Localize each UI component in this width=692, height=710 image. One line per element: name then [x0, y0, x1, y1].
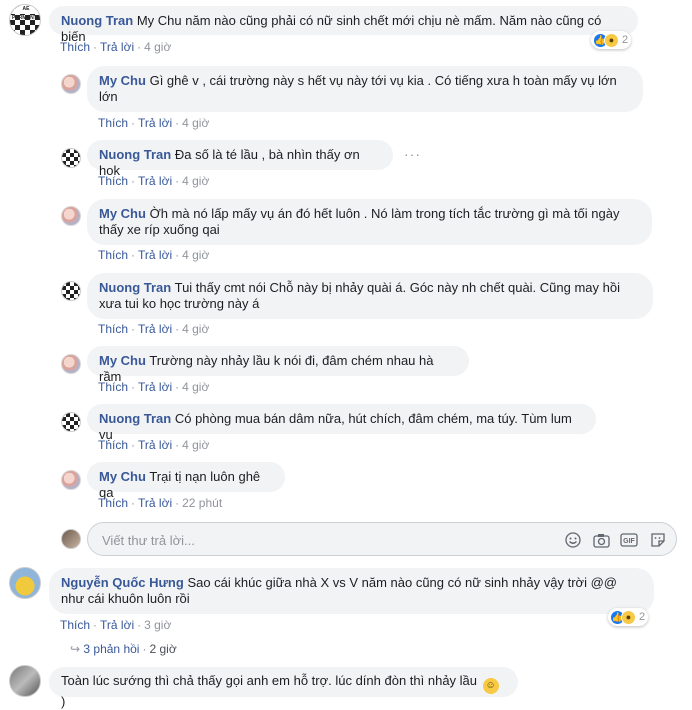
comment-author[interactable]: Nuong Tran — [99, 411, 171, 426]
comment-text: Ờh mà nó lấp mấy vụ án đó hết luôn . Nó … — [99, 206, 620, 237]
comment-actions: Thích · Trả lời · 4 giờ — [98, 116, 210, 130]
avatar[interactable] — [9, 567, 41, 599]
comment-actions: Thích · Trả lời · 4 giờ — [98, 248, 210, 262]
avatar[interactable] — [61, 412, 81, 432]
avatar[interactable] — [61, 74, 81, 94]
avatar[interactable]: AE PERMANTA — [9, 4, 41, 36]
reply-input[interactable] — [100, 529, 544, 551]
like-link[interactable]: Thích — [98, 174, 128, 188]
reply-link[interactable]: Trả lời — [138, 248, 172, 262]
reaction-count: 2 — [639, 611, 646, 623]
reply-link[interactable]: Trả lời — [138, 322, 172, 336]
comment-time[interactable]: 4 giờ — [182, 322, 209, 336]
replies-time: 2 giờ — [149, 642, 177, 656]
reply-link[interactable]: Trả lời — [138, 496, 172, 510]
smile-emoji-icon: ☺ — [482, 678, 499, 694]
comment-bubble: My Chu Gì ghê v , cái trường này s hết v… — [87, 66, 643, 112]
haha-icon: ● — [621, 609, 636, 625]
comment-time[interactable]: 4 giờ — [182, 380, 209, 394]
comment-author[interactable]: My Chu — [99, 469, 146, 484]
camera-icon[interactable] — [592, 531, 610, 549]
avatar[interactable] — [61, 206, 81, 226]
comment-actions: Thích · Trả lời · 4 giờ — [98, 174, 210, 188]
avatar[interactable] — [9, 665, 41, 697]
comment-actions: Thích · Trả lời · 3 giờ — [60, 618, 172, 632]
current-user-avatar — [61, 529, 81, 549]
comment-bubble: Toàn lúc sướng thì chả thấy gọi anh em h… — [49, 667, 518, 709]
replies-count[interactable]: 3 phản hồi — [83, 642, 139, 656]
comment-bubble: Nuong Tran Đa số là té lầu , bà nhìn thấ… — [87, 140, 393, 178]
comment-author[interactable]: My Chu — [99, 353, 146, 368]
reply-link[interactable]: Trả lời — [138, 380, 172, 394]
wow-icon: ● — [604, 32, 619, 48]
comment-actions: Thích · Trả lời · 4 giờ — [98, 438, 210, 452]
comment-time[interactable]: 4 giờ — [182, 116, 209, 130]
comment-actions: Thích · Trả lời · 22 phút — [98, 496, 223, 510]
comment-bubble: Nuong Tran Tui thấy cmt nói Chỗ này bị n… — [87, 273, 653, 319]
comment-bubble: My Chu Trường này nhảy lầu k nói đi, đâm… — [87, 346, 469, 384]
comment-author[interactable]: My Chu — [99, 73, 146, 88]
like-link[interactable]: Thích — [98, 322, 128, 336]
emoji-icon[interactable] — [564, 531, 582, 549]
comment-time[interactable]: 4 giờ — [182, 248, 209, 262]
comment-actions: Thích · Trả lời · 4 giờ — [98, 322, 210, 336]
comment-bubble: My Chu Trại tị nạn luôn ghê qa — [87, 462, 285, 500]
reaction-summary[interactable]: 👍 ● 2 — [608, 608, 649, 626]
comment-time[interactable]: 3 giờ — [144, 618, 171, 632]
reply-link[interactable]: Trả lời — [138, 116, 172, 130]
sticker-icon[interactable] — [649, 531, 667, 549]
comment-text: Toàn lúc sướng thì chả thấy gọi anh em h… — [61, 673, 478, 688]
comment-bubble: My Chu Ờh mà nó lấp mấy vụ án đó hết luô… — [87, 199, 652, 245]
comment-actions: Thích · Trả lời · 4 giờ — [60, 40, 172, 54]
comment-author[interactable]: Nguyễn Quốc Hưng — [61, 575, 184, 590]
reply-arrow-icon: ↪ — [70, 642, 81, 656]
like-link[interactable]: Thích — [98, 438, 128, 452]
comment-author[interactable]: Nuong Tran — [99, 147, 171, 162]
reply-link[interactable]: Trả lời — [138, 174, 172, 188]
comment-actions: Thích · Trả lời · 4 giờ — [98, 380, 210, 394]
avatar[interactable] — [61, 148, 81, 168]
like-link[interactable]: Thích — [98, 496, 128, 510]
like-link[interactable]: Thích — [98, 380, 128, 394]
like-link[interactable]: Thích — [98, 248, 128, 262]
svg-text:GIF: GIF — [623, 538, 635, 545]
comment-text: Tui thấy cmt nói Chỗ này bị nhảy quài á.… — [99, 280, 620, 311]
comment-author[interactable]: Nuong Tran — [61, 13, 133, 28]
comment-time[interactable]: 22 phút — [182, 496, 222, 510]
comment-time[interactable]: 4 giờ — [144, 40, 171, 54]
like-link[interactable]: Thích — [60, 618, 90, 632]
avatar-logo: AE PERMANTA — [10, 5, 40, 21]
comment-bubble: Nguyễn Quốc Hưng Sao cái khúc giữa nhà X… — [49, 568, 654, 614]
avatar[interactable] — [61, 281, 81, 301]
more-dots-icon[interactable]: ··· — [404, 146, 421, 162]
view-replies-link[interactable]: ↪ 3 phản hồi · 2 giờ — [70, 642, 177, 656]
avatar[interactable] — [61, 354, 81, 374]
comment-author[interactable]: My Chu — [99, 206, 146, 221]
reply-link[interactable]: Trả lời — [100, 618, 134, 632]
comment-text-trailing: ) — [61, 694, 66, 709]
comment-author[interactable]: Nuong Tran — [99, 280, 171, 295]
reply-link[interactable]: Trả lời — [100, 40, 134, 54]
comment-bubble: Nuong Tran My Chu năm nào cũng phải có n… — [49, 6, 638, 44]
avatar[interactable] — [61, 470, 81, 490]
gif-icon[interactable]: GIF — [620, 531, 638, 549]
comment-time[interactable]: 4 giờ — [182, 174, 209, 188]
reaction-summary[interactable]: 👍 ● 2 — [591, 31, 632, 49]
comment-time[interactable]: 4 giờ — [182, 438, 209, 452]
like-link[interactable]: Thích — [98, 116, 128, 130]
reply-link[interactable]: Trả lời — [138, 438, 172, 452]
like-link[interactable]: Thích — [60, 40, 90, 54]
reaction-count: 2 — [622, 34, 629, 46]
comment-bubble: Nuong Tran Có phòng mua bán dâm nữa, hút… — [87, 404, 596, 442]
comment-text: Gì ghê v , cái trường này s hết vụ này t… — [99, 73, 617, 104]
reply-box[interactable]: GIF — [87, 522, 677, 556]
